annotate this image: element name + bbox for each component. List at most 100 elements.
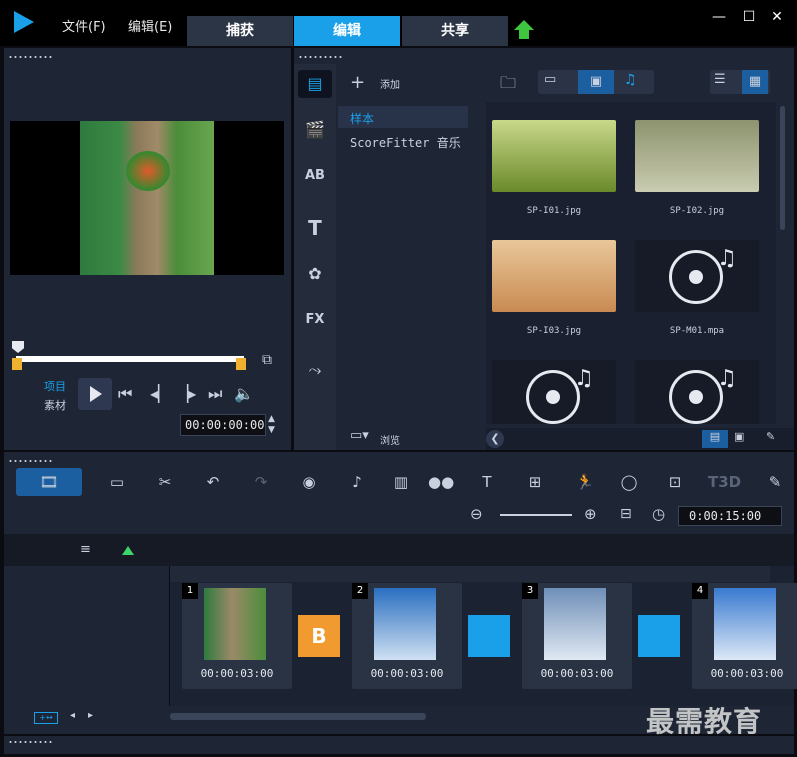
media-item[interactable]: ♫ [635,360,765,424]
redo-icon[interactable]: ↷ [248,470,274,494]
options-panel-icon[interactable]: ▣ [734,430,744,443]
transition-thumbnail[interactable]: B [298,615,340,657]
clip-thumbnail [204,588,266,660]
mode-clip-label[interactable]: 素材 [44,397,66,413]
maximize-button[interactable]: ☐ [738,6,760,28]
edit-icon[interactable]: ✎ [766,430,775,443]
instant-project-icon[interactable]: 🎬 [298,120,332,139]
next-icon[interactable]: ⏭ [208,384,222,404]
minimize-button[interactable]: — [708,6,730,28]
trim-end-marker[interactable] [236,358,246,370]
panel-grip[interactable] [8,740,54,744]
duration-value: 0:00:15:00 [689,509,762,523]
media-item[interactable]: SP-I02.jpg [635,120,765,230]
toolbox-icon[interactable]: ✂ [152,470,178,494]
transition-thumbnail[interactable] [468,615,510,657]
video-filter-icon[interactable]: ▭ [544,72,556,87]
panel-grip[interactable] [8,459,54,463]
grid-view-icon[interactable]: ▦ [742,70,768,94]
tab-share[interactable]: 共享 [402,16,508,46]
mode-project-label[interactable]: 项目 [44,378,66,394]
filter-icon[interactable]: FX [298,312,332,327]
media-item[interactable]: SP-I01.jpg [492,120,622,230]
volume-icon[interactable]: 🔈 [234,384,254,403]
media-filename: SP-I01.jpg [526,206,582,216]
prev-icon[interactable]: ⏮ [118,384,132,404]
track-header-column [4,566,170,706]
scroll-left-icon[interactable]: ◂ [70,710,75,721]
media-item[interactable]: ♫ [492,360,622,424]
audio-icon[interactable]: ♪ [344,470,370,494]
storyboard-clip[interactable]: 4 00:00:03:00 [692,583,797,689]
media-item[interactable]: ♫ SP-M01.mpa [635,240,765,350]
close-button[interactable]: ✕ [766,6,788,28]
track-manager-icon[interactable]: ≡ [80,542,91,557]
graphic-icon[interactable]: ✿ [298,264,332,283]
add-marker-icon[interactable] [122,546,134,555]
storyboard-clip[interactable]: 3 00:00:03:00 [522,583,632,689]
multi-trim-icon[interactable]: ▥ [388,470,414,494]
trim-start-marker[interactable] [12,358,22,370]
mask-icon[interactable]: ◯ [616,470,642,494]
timecode-stepper[interactable]: ▲ ▼ [268,414,275,436]
title-icon[interactable]: T [298,216,332,240]
library-scrollbar[interactable] [780,106,785,230]
step-back-icon[interactable]: ◂▏ [150,384,170,403]
panel-grip[interactable] [298,55,344,59]
path-icon[interactable]: ⤳ [298,360,332,380]
collapse-library-icon[interactable]: ❮ [486,430,504,448]
clip-number: 2 [352,583,368,599]
add-folder-label[interactable]: 添加 [380,76,400,91]
clip-thumbnail [544,588,606,660]
import-folder-icon[interactable]: 🗀 [500,72,516,99]
record-icon[interactable]: ◉ [296,470,322,494]
tab-capture[interactable]: 捕获 [187,16,293,46]
zoom-out-icon[interactable]: ⊖ [470,505,483,523]
app-logo-icon [14,11,34,33]
transition-thumbnail[interactable] [638,615,680,657]
add-icon[interactable]: + [350,72,365,93]
zoom-in-icon[interactable]: ⊕ [584,505,597,523]
upload-arrow-icon[interactable] [514,20,534,40]
browse-icon[interactable]: ▭▾ [350,428,369,443]
play-button[interactable] [78,378,112,410]
motion-icon[interactable]: 🏃 [572,470,598,494]
storyboard-clip[interactable]: 1 00:00:03:00 [182,583,292,689]
scrubber-handle[interactable] [12,341,24,353]
menu-edit[interactable]: 编辑(E) [128,16,172,35]
settings-icon[interactable]: ✎ [762,470,788,494]
multicam-icon[interactable]: ●● [428,470,454,494]
scrubber-track[interactable] [16,356,244,362]
pan-zoom-icon[interactable]: ⊡ [662,470,688,494]
timeline-scrollbar[interactable] [170,713,426,720]
media-icon[interactable]: ▤ [298,70,332,98]
3d-title-icon[interactable]: T3D [708,470,741,494]
step-forward-icon[interactable]: ▕▸ [176,384,196,403]
browse-label[interactable]: 浏览 [380,432,400,447]
list-view-icon[interactable]: ☰ [714,72,726,87]
photo-filter-icon[interactable]: ▣ [578,70,614,94]
timecode-field[interactable]: 00:00:00:00 [180,414,266,436]
ruler [170,566,770,582]
audio-thumbnail-icon: ♫ [635,240,759,312]
tab-edit[interactable]: 编辑 [294,16,400,46]
enlarge-icon[interactable]: ⧉ [262,352,272,368]
zoom-fit-icon[interactable]: +↔ [34,712,58,724]
subtitle-icon[interactable]: T [474,470,500,494]
storyboard-view-button[interactable]: 🎞 [16,468,82,496]
fit-project-icon[interactable]: ⊟ [620,506,632,522]
scroll-right-icon[interactable]: ▸ [88,710,93,721]
folder-item-scorefitter[interactable]: ScoreFitter 音乐 [350,134,461,151]
storyboard-clip[interactable]: 2 00:00:03:00 [352,583,462,689]
library-mode-icon[interactable]: ▤ [702,430,728,448]
menu-file[interactable]: 文件(F) [62,16,106,35]
panel-grip[interactable] [8,55,54,59]
transition-icon[interactable]: AB [298,168,332,183]
media-item[interactable]: SP-I03.jpg [492,240,622,350]
split-screen-icon[interactable]: ⊞ [522,470,548,494]
folder-item-samples[interactable]: 样本 [338,106,468,128]
audio-filter-icon[interactable]: ♫ [624,72,637,88]
undo-icon[interactable]: ↶ [200,470,226,494]
timeline-view-icon[interactable]: ▭ [104,470,130,494]
zoom-slider[interactable] [500,514,572,516]
